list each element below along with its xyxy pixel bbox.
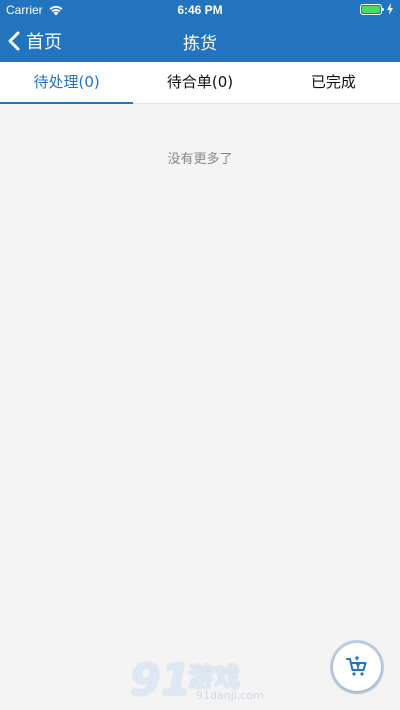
watermark-url: 91danji.com <box>196 689 264 702</box>
page-title: 拣货 <box>183 34 217 54</box>
tab-completed-label: 已完成 <box>310 73 356 91</box>
watermark-number: 91 <box>130 655 192 706</box>
empty-list-message: 没有更多了 <box>167 152 233 167</box>
tab-to-merge-label: 待合单(0) <box>166 73 234 91</box>
cart-icon <box>346 655 367 676</box>
tab-pending[interactable]: 待处理(0) <box>0 62 134 104</box>
tab-to-merge[interactable]: 待合单(0) <box>133 62 266 103</box>
charging-icon <box>387 3 393 15</box>
tab-bar: 待处理(0) 待合单(0) 已完成 <box>0 62 400 104</box>
status-bar: Carrier 6:46 PM <box>0 0 400 20</box>
tab-active-indicator <box>0 102 134 104</box>
battery-level <box>362 6 380 13</box>
cart-button[interactable] <box>333 643 381 691</box>
top-bar: Carrier 6:46 PM 首页 拣货 <box>0 0 400 62</box>
tab-pending-label: 待处理(0) <box>33 73 100 91</box>
tab-completed[interactable]: 已完成 <box>267 62 400 103</box>
nav-bar: 首页 拣货 <box>0 20 400 62</box>
watermark-logo: 91 游戏 91danji.com <box>130 655 270 710</box>
status-time: 6:46 PM <box>177 3 223 17</box>
screen: Carrier 6:46 PM 首页 拣货 待处理(0) 待合单(0) 已完成 … <box>0 0 400 710</box>
battery-icon <box>360 4 384 15</box>
